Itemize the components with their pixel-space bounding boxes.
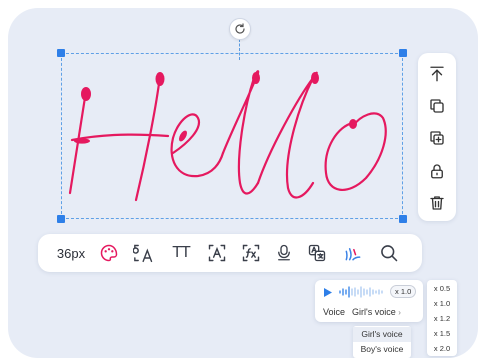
speed-option[interactable]: x 0.5 — [427, 284, 457, 293]
handwriting-voice-icon[interactable] — [342, 243, 364, 263]
formula-icon[interactable] — [240, 243, 262, 263]
speed-option[interactable]: x 1.5 — [427, 329, 457, 338]
waveform-icon — [339, 286, 383, 298]
voice-label: Voice — [323, 307, 346, 317]
chevron-right-icon: › — [398, 308, 401, 317]
lock-icon[interactable] — [428, 162, 446, 180]
text-style-icon[interactable]: TT — [168, 243, 194, 263]
translate-icon[interactable] — [306, 243, 328, 263]
delete-icon[interactable] — [428, 194, 446, 212]
side-toolbar — [418, 53, 456, 221]
voice-select[interactable]: Girl's voice › — [352, 307, 401, 317]
microphone-icon[interactable] — [274, 243, 294, 263]
format-toolbar: 36px TT — [38, 234, 422, 272]
voice-select-value: Girl's voice — [352, 307, 396, 317]
play-icon[interactable] — [323, 287, 333, 298]
palette-icon[interactable] — [98, 243, 120, 263]
search-icon[interactable] — [378, 243, 400, 263]
voice-playback-panel: x 1.0 Voice Girl's voice › — [315, 280, 423, 322]
voice-option[interactable]: Girl's voice — [353, 327, 411, 342]
speed-button[interactable]: x 1.0 — [390, 285, 417, 298]
font-size-button[interactable]: 36px — [54, 243, 88, 263]
voice-option[interactable]: Boy's voice — [353, 342, 411, 357]
duplicate-icon[interactable] — [428, 129, 446, 147]
text-recognition-icon[interactable] — [132, 243, 156, 263]
text-box-icon[interactable] — [206, 243, 228, 263]
handwritten-hello[interactable] — [8, 8, 478, 238]
voice-options-menu: Girl's voice Boy's voice — [353, 326, 411, 358]
speed-options-menu: x 0.5 x 1.0 x 1.2 x 1.5 x 2.0 — [427, 280, 457, 356]
move-to-top-icon[interactable] — [428, 65, 446, 83]
canvas-area: 36px TT x 1.0 Voice Girl's voice › x 0.5… — [8, 8, 478, 358]
copy-icon[interactable] — [428, 97, 446, 115]
speed-option[interactable]: x 2.0 — [427, 344, 457, 353]
speed-option[interactable]: x 1.0 — [427, 299, 457, 308]
speed-option[interactable]: x 1.2 — [427, 314, 457, 323]
